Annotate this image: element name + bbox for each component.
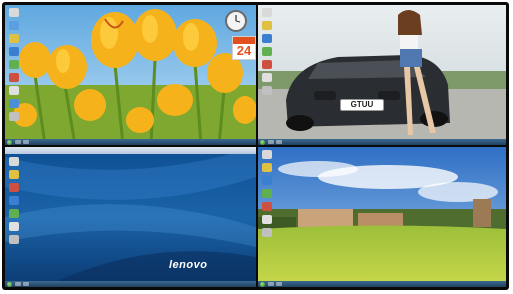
tulips-wallpaper	[5, 5, 256, 145]
computer-icon[interactable]	[262, 150, 272, 159]
license-plate: GTUU	[340, 99, 384, 111]
folder-icon[interactable]	[9, 34, 19, 43]
computer-icon[interactable]	[9, 157, 19, 166]
file-icon[interactable]	[262, 215, 272, 224]
taskbar	[258, 281, 506, 287]
screen-car: GTUU	[258, 5, 506, 145]
taskbar-button[interactable]	[276, 282, 282, 286]
computer-icon[interactable]	[262, 8, 272, 17]
calendar-gadget[interactable]: 24	[232, 36, 256, 60]
start-button[interactable]	[7, 281, 12, 287]
car-wallpaper	[258, 5, 506, 145]
folder-icon[interactable]	[262, 21, 272, 30]
app-icon[interactable]	[9, 209, 19, 218]
desktop-icons-column	[260, 8, 274, 99]
taskbar	[5, 281, 256, 287]
screen-tulips: 24	[5, 5, 256, 145]
app-icon[interactable]	[262, 202, 272, 211]
computer-icon[interactable]	[9, 8, 19, 17]
browser-icon[interactable]	[9, 196, 19, 205]
taskbar-button[interactable]	[23, 282, 29, 286]
taskbar-button[interactable]	[268, 140, 274, 144]
lenovo-wallpaper	[5, 147, 256, 287]
start-button[interactable]	[7, 139, 12, 145]
quad-screen-frame: 24 GTUU lenovo	[2, 2, 509, 290]
castle-wallpaper	[258, 147, 506, 287]
browser-icon[interactable]	[262, 34, 272, 43]
taskbar-button[interactable]	[268, 282, 274, 286]
file-icon[interactable]	[9, 222, 19, 231]
desktop-icons-column	[7, 8, 21, 125]
calendar-day: 24	[236, 43, 252, 58]
recycle-bin-icon[interactable]	[262, 86, 272, 95]
start-button[interactable]	[260, 281, 265, 287]
start-button[interactable]	[260, 139, 265, 145]
app-icon[interactable]	[262, 47, 272, 56]
taskbar-button[interactable]	[23, 140, 29, 144]
app-icon[interactable]	[262, 60, 272, 69]
folder-icon[interactable]	[9, 170, 19, 179]
clock-icon	[235, 15, 241, 23]
recycle-bin-icon[interactable]	[9, 112, 19, 121]
taskbar-button[interactable]	[15, 282, 21, 286]
app-icon[interactable]	[9, 99, 19, 108]
taskbar	[258, 139, 506, 145]
browser-icon[interactable]	[262, 176, 272, 185]
app-icon[interactable]	[9, 60, 19, 69]
recycle-bin-icon[interactable]	[9, 235, 19, 244]
taskbar-button[interactable]	[276, 140, 282, 144]
browser-icon[interactable]	[9, 47, 19, 56]
app-icon[interactable]	[9, 183, 19, 192]
desktop-icons-column	[7, 157, 21, 248]
clock-gadget[interactable]	[225, 10, 247, 32]
network-icon[interactable]	[9, 21, 19, 30]
window-titlebar	[5, 147, 256, 154]
app-icon[interactable]	[262, 189, 272, 198]
screen-castle	[258, 147, 506, 287]
taskbar-button[interactable]	[15, 140, 21, 144]
desktop-icons-column	[260, 150, 274, 241]
lenovo-logo-text: lenovo	[169, 259, 208, 271]
file-icon[interactable]	[9, 86, 19, 95]
file-icon[interactable]	[262, 73, 272, 82]
app-icon[interactable]	[9, 73, 19, 82]
folder-icon[interactable]	[262, 163, 272, 172]
recycle-bin-icon[interactable]	[262, 228, 272, 237]
taskbar	[5, 139, 256, 145]
screen-lenovo: lenovo	[5, 147, 256, 287]
